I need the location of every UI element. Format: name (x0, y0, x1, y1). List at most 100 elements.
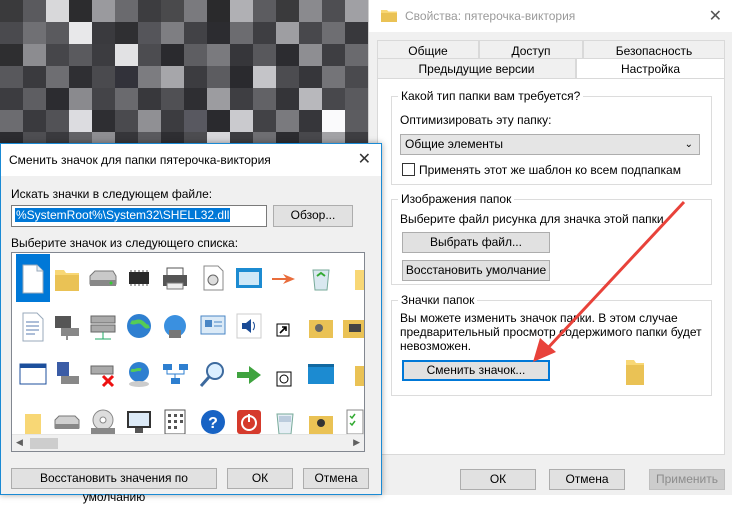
optimize-select[interactable]: Общие элементы ⌄ (400, 134, 700, 155)
network-drive-disabled-icon[interactable] (86, 350, 120, 398)
tools-folder-icon[interactable] (304, 302, 338, 350)
change-icon-button[interactable]: Сменить значок... (402, 360, 550, 381)
mosaic-tile (46, 44, 69, 66)
globe-icon[interactable] (122, 302, 156, 350)
folder-icon[interactable] (50, 254, 84, 302)
mosaic-tile (207, 110, 230, 132)
mosaic-tile (184, 88, 207, 110)
search-icon[interactable] (196, 350, 230, 398)
props-ok-button[interactable]: ОК (460, 469, 536, 490)
mosaic-tile (92, 88, 115, 110)
control-panel-icon[interactable] (196, 302, 230, 350)
browse-button[interactable]: Обзор... (273, 205, 353, 227)
hard-drive-icon[interactable] (86, 254, 120, 302)
mosaic-tile (299, 88, 322, 110)
application-window-icon[interactable] (16, 350, 50, 398)
mosaic-tile (207, 44, 230, 66)
folder-pictures-group: Изображения папок Выберите файл рисунка … (391, 192, 712, 285)
mosaic-tile (345, 44, 368, 66)
mosaic-tile (23, 66, 46, 88)
choose-file-button[interactable]: Выбрать файл... (402, 232, 550, 253)
mosaic-tile (322, 44, 345, 66)
mobile-device-icon[interactable] (196, 254, 230, 302)
folder-properties-window: Свойства: пятерочка-виктория ✕ Общие Дос… (368, 0, 732, 495)
dialog-cancel-button[interactable]: Отмена (303, 468, 369, 489)
mosaic-tile (345, 66, 368, 88)
mosaic-tile (161, 66, 184, 88)
folder-type-legend: Какой тип папки вам требуется? (398, 89, 584, 103)
mosaic-tile (253, 44, 276, 66)
mosaic-tile (230, 66, 253, 88)
mosaic-tile (46, 110, 69, 132)
tab-previous-versions[interactable]: Предыдущие версии (377, 58, 576, 78)
mosaic-tile (322, 110, 345, 132)
folder-icons-desc-3: невозможен. (400, 339, 472, 353)
folder-partial-icon[interactable] (338, 254, 364, 302)
optimize-label: Оптимизировать эту папку: (400, 113, 552, 127)
mosaic-tile (115, 88, 138, 110)
folder-icons-desc-2: предварительный просмотр содержимого пап… (400, 325, 702, 339)
icon-list[interactable]: ? ◀ ▶ (11, 252, 365, 452)
network-icon[interactable] (158, 350, 192, 398)
props-cancel-button[interactable]: Отмена (549, 469, 625, 490)
mosaic-tile (92, 0, 115, 22)
apply-template-checkbox[interactable] (402, 163, 415, 176)
window-icon[interactable] (232, 254, 266, 302)
scroll-right-icon[interactable]: ▶ (353, 437, 360, 448)
mosaic-tile (115, 110, 138, 132)
icon-list-label: Выберите значок из следующего списка: (11, 236, 239, 250)
globe-cd-icon[interactable] (122, 350, 156, 398)
mosaic-tile (184, 22, 207, 44)
props-apply-button[interactable]: Применить (649, 469, 725, 490)
floppy-computer-icon[interactable] (50, 350, 84, 398)
close-icon[interactable]: ✕ (709, 6, 722, 26)
mosaic-tile (253, 88, 276, 110)
folder-partial2-icon[interactable] (338, 350, 364, 398)
mosaic-tile (115, 66, 138, 88)
mosaic-tile (299, 44, 322, 66)
restore-defaults-button[interactable]: Восстановить значения по умолчанию (11, 468, 217, 504)
printer-icon[interactable] (158, 254, 192, 302)
mosaic-tile (23, 22, 46, 44)
mosaic-tile (322, 0, 345, 22)
shortcut-arrow-icon[interactable] (268, 302, 302, 350)
scrollbar-thumb[interactable] (30, 438, 58, 449)
mosaic-tile (138, 22, 161, 44)
recycle-bin-icon[interactable] (304, 254, 338, 302)
mosaic-tile (207, 0, 230, 22)
mosaic-tile (230, 110, 253, 132)
icon-file-input[interactable]: %SystemRoot%\System32\SHELL32.dll (11, 205, 267, 227)
network-computer-icon[interactable] (50, 302, 84, 350)
tab-general[interactable]: Общие (377, 40, 479, 60)
dialog-titlebar: Сменить значок для папки пятерочка-викто… (1, 144, 381, 176)
network-drives-icon[interactable] (86, 302, 120, 350)
mosaic-tile (92, 44, 115, 66)
tab-sharing[interactable]: Доступ (479, 40, 583, 60)
mosaic-tile (138, 110, 161, 132)
tab-customize[interactable]: Настройка (576, 58, 725, 80)
text-document-icon[interactable] (16, 302, 50, 350)
mosaic-tile (69, 88, 92, 110)
blank-document-icon[interactable] (16, 254, 50, 302)
mosaic-tile (115, 0, 138, 22)
arrow-hand-icon[interactable] (268, 254, 302, 302)
horizontal-scrollbar[interactable]: ◀ ▶ (12, 434, 364, 451)
mosaic-tile (92, 66, 115, 88)
mosaic-tile (253, 0, 276, 22)
dialog-ok-button[interactable]: ОК (227, 468, 293, 489)
tab-security[interactable]: Безопасность (583, 40, 725, 60)
mosaic-tile (276, 88, 299, 110)
mosaic-tile (92, 22, 115, 44)
clock-icon[interactable] (268, 350, 302, 398)
chip-icon[interactable] (122, 254, 156, 302)
download-arrow-icon[interactable] (232, 350, 266, 398)
close-icon[interactable]: ✕ (358, 149, 371, 169)
mosaic-tile (23, 0, 46, 22)
sound-icon[interactable] (232, 302, 266, 350)
scroll-left-icon[interactable]: ◀ (16, 437, 23, 448)
printer-folder-icon[interactable] (338, 302, 364, 350)
blue-screen-icon[interactable] (304, 350, 338, 398)
restore-default-button[interactable]: Восстановить умолчание (402, 260, 550, 281)
network-globe-icon[interactable] (158, 302, 192, 350)
change-icon-dialog: Сменить значок для папки пятерочка-викто… (0, 143, 382, 504)
